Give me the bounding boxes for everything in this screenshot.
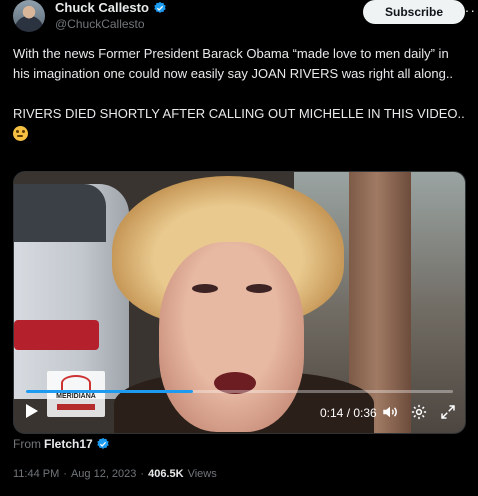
meta-separator: ·	[63, 468, 67, 480]
watermark-text: MERIDIANA	[56, 393, 96, 400]
verified-badge-icon	[154, 1, 166, 13]
author-name[interactable]: Chuck Callesto	[55, 0, 149, 15]
views-label: Views	[187, 468, 217, 480]
view-count: 406.5K	[148, 468, 184, 480]
more-options-icon[interactable]: ···	[459, 2, 476, 18]
video-player[interactable]: MERIDIANA 0:14 / 0:36	[13, 171, 466, 434]
subscribe-button[interactable]: Subscribe	[363, 0, 465, 24]
tweet-date[interactable]: Aug 12, 2023	[71, 468, 136, 480]
meta-separator: ·	[140, 468, 145, 480]
tweet-time[interactable]: 11:44 PM	[13, 468, 59, 480]
author-name-row: Chuck Callesto	[55, 0, 167, 15]
video-time: 0:14 / 0:36	[320, 406, 377, 420]
tweet-paragraph-2-text: RIVERS DIED SHORTLY AFTER CALLING OUT MI…	[13, 106, 465, 121]
tweet-metadata: 11:44 PM · Aug 12, 2023 · 406.5K Views	[13, 468, 217, 480]
source-account-link[interactable]: Fletch17	[44, 437, 93, 451]
verified-badge-icon	[96, 437, 109, 449]
tweet-header: Chuck Callesto @ChuckCallesto Subscribe …	[13, 0, 478, 38]
source-prefix: From	[13, 437, 41, 451]
play-icon[interactable]	[26, 404, 38, 418]
author-handle[interactable]: @ChuckCallesto	[55, 17, 145, 31]
video-progress-bar[interactable]	[26, 390, 453, 393]
volume-icon[interactable]	[381, 403, 399, 421]
thinking-face-emoji-icon	[13, 126, 28, 141]
video-progress-fill	[26, 390, 193, 393]
tweet-paragraph-2: RIVERS DIED SHORTLY AFTER CALLING OUT MI…	[13, 104, 468, 144]
video-source-attribution: From Fletch17	[13, 437, 110, 451]
video-controls: 0:14 / 0:36	[14, 400, 465, 430]
fullscreen-icon[interactable]	[439, 403, 457, 421]
avatar[interactable]	[13, 0, 45, 32]
tweet-text: With the news Former President Barack Ob…	[13, 44, 468, 144]
settings-gear-icon[interactable]	[410, 403, 428, 421]
tweet-paragraph-1: With the news Former President Barack Ob…	[13, 46, 454, 81]
